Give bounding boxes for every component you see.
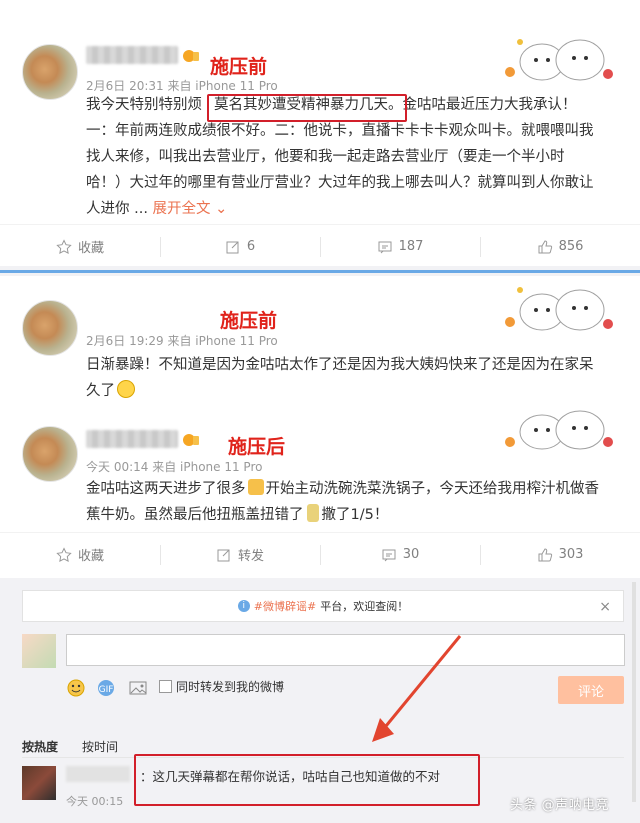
annotation-label: 施压后 [228,436,286,458]
action-bar: 收藏 转发 30 303 [0,532,640,576]
repost-icon [217,549,230,561]
scrollbar[interactable] [632,582,636,802]
like-button[interactable]: 856 [480,225,640,268]
repost-button[interactable]: 转发 [160,533,320,576]
expand-full-text-link[interactable]: 展开全文 [153,201,211,217]
comment-button[interactable]: 30 [320,533,480,576]
comment-input[interactable] [66,634,625,666]
sync-repost-checkbox[interactable] [159,680,172,693]
highlight-box [207,94,407,122]
cartoon-sticker-icon [505,410,613,450]
post-meta: 今天 00:14 来自 iPhone 11 Pro [86,460,263,474]
rumor-notice-banner: i #微博辟谣# 平台，欢迎查阅！ × [22,590,624,622]
sticker-icon[interactable]: GIF [96,678,116,698]
annotation-label: 施压前 [210,56,268,78]
post-meta: 2月6日 19:29 来自 iPhone 11 Pro [86,334,278,348]
emoji-picker-icon[interactable] [66,678,86,698]
star-icon [56,238,72,254]
avatar[interactable] [22,300,78,356]
svg-text:GIF: GIF [99,685,114,695]
emoji-icon [117,380,135,398]
thumbs-up-icon [538,547,552,561]
section-divider-line [0,270,640,273]
repost-button[interactable]: 6 [160,225,320,268]
repost-icon [226,241,239,253]
comment-button[interactable]: 187 [320,225,480,268]
comment-highlight-box [134,754,480,806]
comment-time: 今天 00:15 [66,795,124,808]
comment-icon [382,549,396,561]
weibo-post-1: 施压前 2月6日 20:31 来自 iPhone 11 Pro 我今天特别特别烦… [0,0,640,266]
username-blurred[interactable] [86,46,178,64]
post-body: 日渐暴躁！不知道是因为金咕咕太作了还是因为我大姨妈快来了还是因为在家呆 久了 [86,357,594,399]
sort-by-time-tab[interactable]: 按时间 [82,738,118,755]
bottle-emoji-icon [306,504,319,522]
vip-badge-icon [183,434,199,446]
annotation-arrow [372,635,462,742]
thumbs-up-icon [538,239,552,253]
weibo-post-3: 施压后 今天 00:14 来自 iPhone 11 Pro 金咕咕这两天进步了很… [0,402,640,578]
like-button[interactable]: 303 [480,533,640,576]
favorite-button[interactable]: 收藏 [0,533,160,576]
sort-by-hot-tab[interactable]: 按热度 [22,738,58,755]
avatar[interactable] [22,44,78,100]
close-icon[interactable]: × [599,599,611,615]
action-bar: 收藏 6 187 856 [0,224,640,268]
weibo-post-2: 施压前 2月6日 19:29 来自 iPhone 11 Pro 日渐暴躁！不知道… [0,276,640,402]
sync-repost-label: 同时转发到我的微博 [176,680,285,694]
post-body: 金咕咕这两天进步了很多 开始主动洗碗洗菜洗锅子，今天还给我用榨汁机做香 蕉牛奶。虽… [86,479,599,523]
notice-hashtag-link[interactable]: #微博辟谣# [254,598,316,614]
image-upload-icon[interactable] [128,678,148,698]
watermark: 头条 @声呐电竞 [510,798,610,813]
avatar[interactable] [22,426,78,482]
info-icon: i [237,600,250,612]
commenter-name-blurred[interactable] [66,766,130,782]
comment-icon [378,241,392,253]
star-icon [56,546,72,562]
annotation-label: 施压前 [220,310,278,332]
vip-badge-icon [183,50,199,62]
submit-comment-button[interactable]: 评论 [558,676,624,704]
thumbs-up-emoji-icon [247,479,264,495]
cartoon-sticker-icon [505,287,613,331]
commenter-avatar[interactable] [22,766,56,800]
favorite-button[interactable]: 收藏 [0,225,160,268]
cartoon-sticker-icon [505,39,613,81]
notice-text: 平台，欢迎查阅！ [320,600,409,613]
current-user-avatar [22,634,56,668]
username-blurred[interactable] [86,430,178,448]
